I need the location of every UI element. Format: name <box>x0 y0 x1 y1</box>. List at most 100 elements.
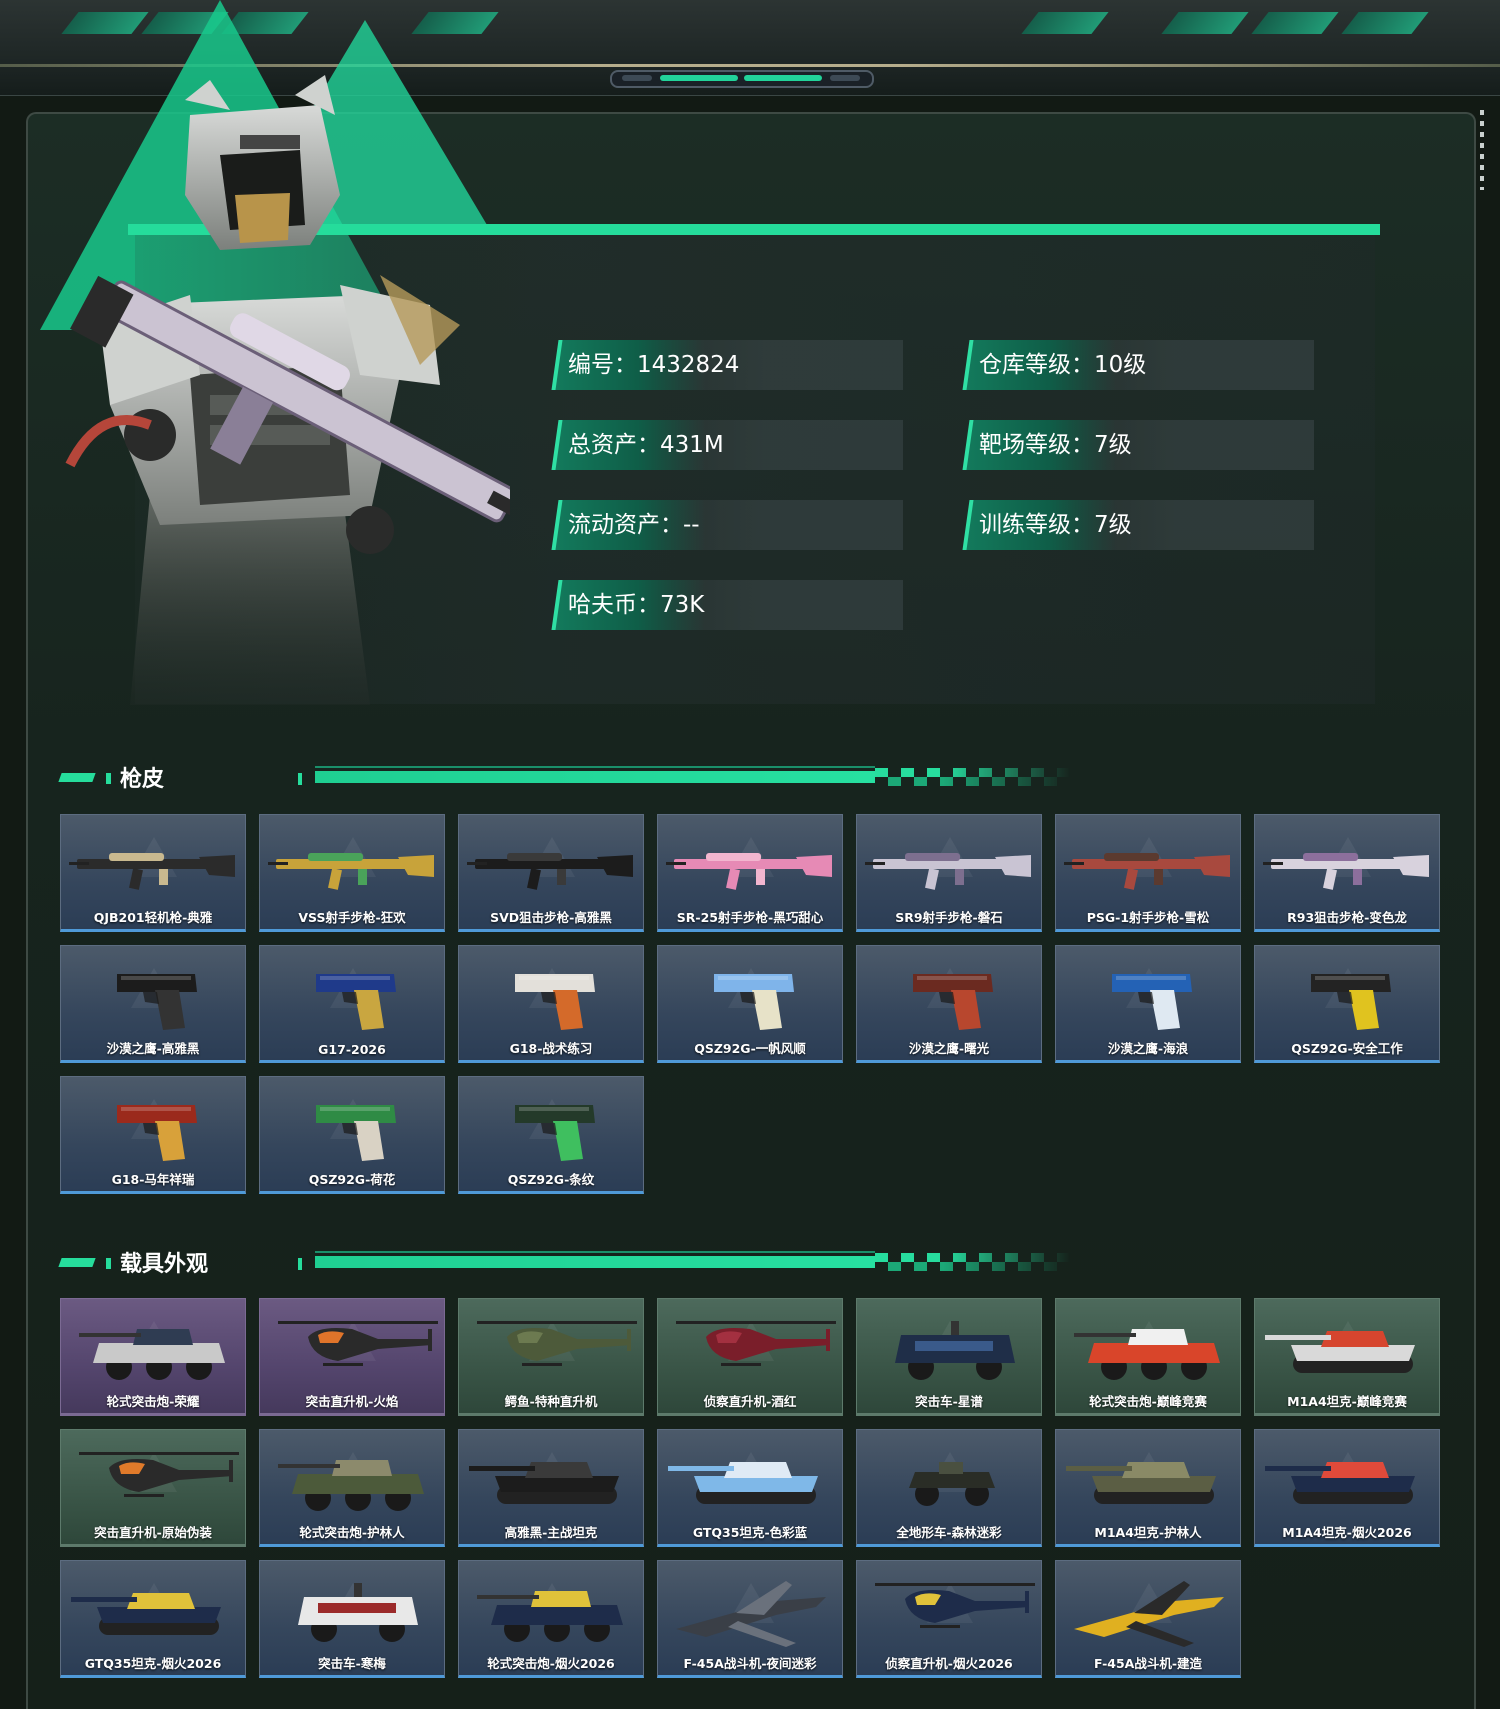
section-header-gun-skins: 枪皮 <box>58 763 1070 793</box>
skin-name: GTQ35坦克-色彩蓝 <box>692 1525 808 1540</box>
pistol-image <box>515 974 595 1030</box>
skin-name: QSZ92G-条纹 <box>507 1172 595 1187</box>
header-line <box>315 1251 875 1253</box>
stat-label: 哈夫币 <box>568 592 637 618</box>
skin-name: VSS射手步枪-狂欢 <box>298 910 406 925</box>
skin-card[interactable]: 突击直升机-火焰 <box>259 1298 445 1416</box>
skin-card[interactable]: 沙漠之鹰-曙光 <box>856 945 1042 1063</box>
skin-card[interactable]: M1A4坦克-烟火2026 <box>1254 1429 1440 1547</box>
stat-range-level: 靶场等级：7级 <box>962 420 1314 470</box>
skin-name: QSZ92G-一帆风顺 <box>694 1041 806 1056</box>
skin-card[interactable]: 侦察直升机-烟火2026 <box>856 1560 1042 1678</box>
heli-image <box>477 1321 637 1366</box>
skin-card[interactable]: 沙漠之鹰-海浪 <box>1055 945 1241 1063</box>
stat-liquid-assets: 流动资产：-- <box>551 500 903 550</box>
skin-card[interactable]: 轮式突击炮-烟火2026 <box>458 1560 644 1678</box>
header-accent <box>58 773 96 782</box>
skin-name: SVD狙击步枪-高雅黑 <box>490 910 612 925</box>
stat-value: -- <box>683 512 700 538</box>
skin-card[interactable]: G18-战术练习 <box>458 945 644 1063</box>
skin-card[interactable]: M1A4坦克-护林人 <box>1055 1429 1241 1547</box>
skin-card[interactable]: QSZ92G-安全工作 <box>1254 945 1440 1063</box>
skin-card[interactable]: QSZ92G-一帆风顺 <box>657 945 843 1063</box>
jet-image <box>1074 1581 1224 1647</box>
banner-center-ornament <box>610 70 874 88</box>
skin-card[interactable]: 轮式突击炮-荣耀 <box>60 1298 246 1416</box>
skin-card[interactable]: QSZ92G-条纹 <box>458 1076 644 1194</box>
skin-card[interactable]: G18-马年祥瑞 <box>60 1076 246 1194</box>
stat-label: 编号 <box>568 352 614 378</box>
skin-name: 轮式突击炮-荣耀 <box>106 1394 200 1409</box>
skin-name: SR-25射手步枪-黑巧甜心 <box>676 910 824 925</box>
skin-card[interactable]: 轮式突击炮-护林人 <box>259 1429 445 1547</box>
rifle-image <box>1064 853 1230 890</box>
skin-card[interactable]: 突击车-寒梅 <box>259 1560 445 1678</box>
section-title: 载具外观 <box>120 1252 209 1277</box>
stat-warehouse-level: 仓库等级：10级 <box>962 340 1314 390</box>
pistol-image <box>913 974 993 1030</box>
skin-card[interactable]: GTQ35坦克-色彩蓝 <box>657 1429 843 1547</box>
skin-name: 沙漠之鹰-高雅黑 <box>106 1041 200 1056</box>
skin-card[interactable]: F-45A战斗机-建造 <box>1055 1560 1241 1678</box>
stat-value: 1432824 <box>637 352 740 378</box>
skin-name: QJB201轻机枪-典雅 <box>93 910 213 925</box>
skin-card[interactable]: QSZ92G-荷花 <box>259 1076 445 1194</box>
header-accent <box>58 1258 96 1267</box>
header-accent <box>298 1258 302 1270</box>
stat-separator: ： <box>637 432 660 458</box>
stat-value: 7级 <box>1094 432 1132 458</box>
skin-card[interactable]: GTQ35坦克-烟火2026 <box>60 1560 246 1678</box>
rifle-image <box>865 853 1031 890</box>
skin-card[interactable]: M1A4坦克-巅峰竞赛 <box>1254 1298 1440 1416</box>
skin-card[interactable]: 全地形车-森林迷彩 <box>856 1429 1042 1547</box>
skin-name: GTQ35坦克-烟火2026 <box>84 1656 222 1671</box>
pistol-image <box>515 1105 595 1161</box>
skin-name: 沙漠之鹰-曙光 <box>908 1041 990 1056</box>
skin-card[interactable]: PSG-1射手步枪-雪松 <box>1055 814 1241 932</box>
skin-name: G18-马年祥瑞 <box>111 1172 195 1187</box>
skin-name: M1A4坦克-烟火2026 <box>1282 1525 1412 1540</box>
skin-card[interactable]: R93狙击步枪-变色龙 <box>1254 814 1440 932</box>
header-bar <box>315 1256 875 1268</box>
rifle-image <box>1263 853 1429 890</box>
skin-card[interactable]: F-45A战斗机-夜间迷彩 <box>657 1560 843 1678</box>
pistol-image <box>316 974 396 1030</box>
skin-card[interactable]: QJB201轻机枪-典雅 <box>60 814 246 932</box>
header-checker <box>875 1253 1070 1271</box>
wheeled-image <box>278 1460 424 1511</box>
skin-card[interactable]: 突击车-星谱 <box>856 1298 1042 1416</box>
header-accent <box>298 773 302 785</box>
skin-name: 侦察直升机-酒红 <box>703 1394 797 1409</box>
header-accent <box>106 1258 111 1269</box>
skin-name: 轮式突击炮-巅峰竞赛 <box>1089 1394 1207 1409</box>
skin-card[interactable]: 鳄鱼-特种直升机 <box>458 1298 644 1416</box>
skin-name: 突击车-星谱 <box>915 1394 983 1409</box>
skin-card[interactable]: 轮式突击炮-巅峰竞赛 <box>1055 1298 1241 1416</box>
skin-card[interactable]: G17-2026 <box>259 945 445 1063</box>
heli-image <box>875 1583 1035 1628</box>
banner-stripe <box>1021 12 1109 34</box>
skin-name: R93狙击步枪-变色龙 <box>1287 910 1407 925</box>
stat-training-level: 训练等级：7级 <box>962 500 1314 550</box>
skin-name: PSG-1射手步枪-雪松 <box>1086 910 1210 925</box>
stat-value: 73K <box>660 592 705 618</box>
banner-stripe <box>1251 12 1339 34</box>
tank-image <box>71 1593 221 1635</box>
skin-card[interactable]: SVD狙击步枪-高雅黑 <box>458 814 644 932</box>
skin-card[interactable]: 侦察直升机-酒红 <box>657 1298 843 1416</box>
skin-card[interactable]: 高雅黑-主战坦克 <box>458 1429 644 1547</box>
skin-card[interactable]: 突击直升机-原始伪装 <box>60 1429 246 1547</box>
heli-image <box>278 1321 438 1366</box>
skin-card[interactable]: VSS射手步枪-狂欢 <box>259 814 445 932</box>
skin-name: 鳄鱼-特种直升机 <box>504 1394 598 1409</box>
skin-name: G17-2026 <box>318 1042 386 1057</box>
stat-separator: ： <box>1071 512 1094 538</box>
vehicle-skins-grid: 轮式突击炮-荣耀 突击直升机-火焰 鳄鱼-特种直升机 侦察直升机-酒红 突击车-… <box>60 1298 1440 1678</box>
skin-card[interactable]: SR9射手步枪-磐石 <box>856 814 1042 932</box>
rifle-image <box>666 853 832 890</box>
heli-image <box>676 1321 836 1366</box>
rifle-image <box>467 853 633 890</box>
skin-card[interactable]: SR-25射手步枪-黑巧甜心 <box>657 814 843 932</box>
skin-card[interactable]: 沙漠之鹰-高雅黑 <box>60 945 246 1063</box>
ornament-segment <box>744 75 822 81</box>
